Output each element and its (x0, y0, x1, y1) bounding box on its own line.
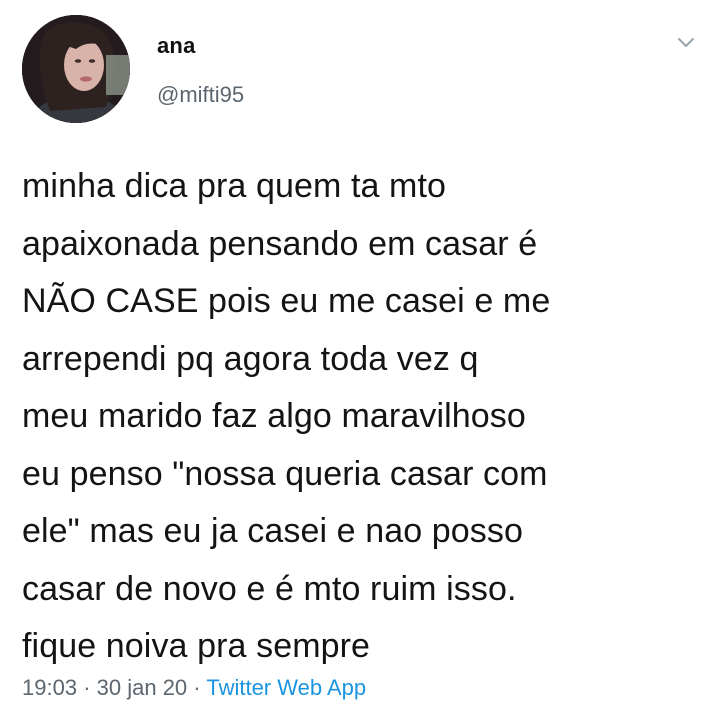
meta-separator: · (193, 675, 201, 700)
tweet-text: minha dica pra quem ta mto apaixonada pe… (22, 167, 551, 665)
tweet-date[interactable]: 30 jan 20 (97, 675, 188, 700)
tweet-source-link[interactable]: Twitter Web App (206, 675, 366, 700)
meta-separator: · (83, 675, 91, 700)
tweet-card: ana @mifti95 minha dica pra quem ta mto … (0, 0, 720, 719)
avatar-photo-icon (22, 15, 130, 123)
author-handle[interactable]: @mifti95 (157, 82, 244, 108)
chevron-down-icon[interactable] (676, 36, 696, 50)
tweet-time[interactable]: 19:03 (22, 675, 77, 700)
tweet-meta: 19:03 · 30 jan 20 · Twitter Web App (22, 675, 366, 701)
author-name[interactable]: ana (157, 33, 196, 59)
avatar[interactable] (22, 15, 130, 123)
